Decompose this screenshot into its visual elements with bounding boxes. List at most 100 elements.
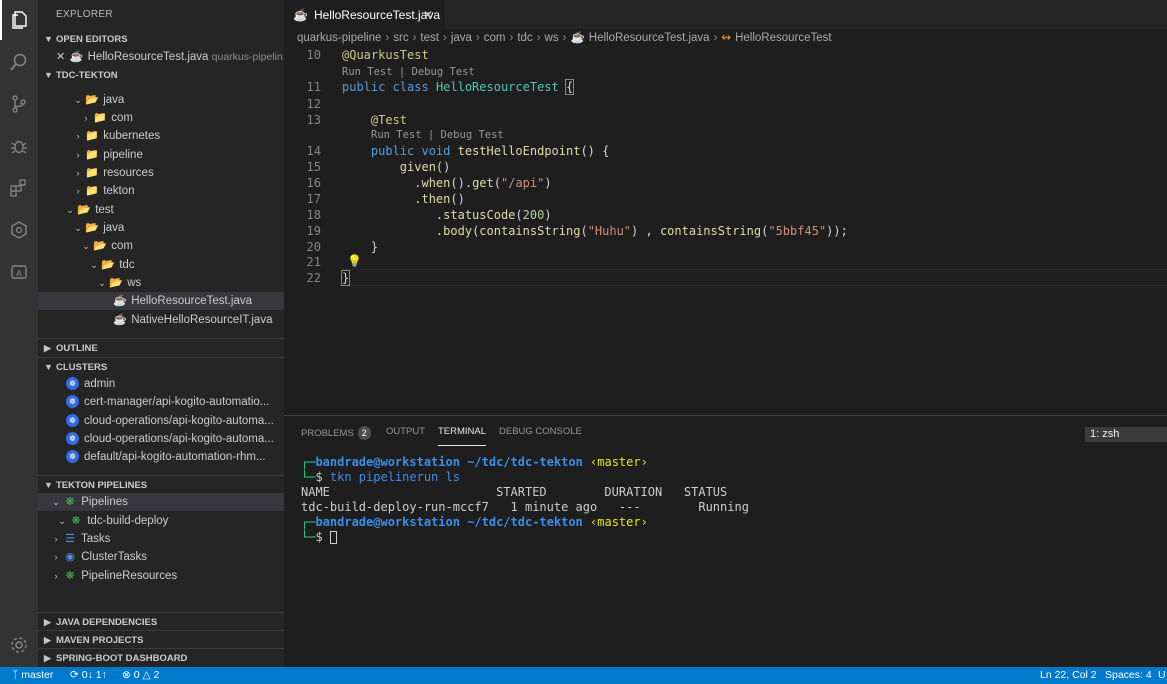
tree-item-java[interactable]: ⌄ 📂 java [38,91,284,109]
gear-icon[interactable] [0,625,38,665]
sync-indicator[interactable]: ⟳ 0↓ 1↑ [70,667,107,684]
breadcrumb-item[interactable]: HelloResourceTest.java [589,32,710,44]
tab-terminal[interactable]: TERMINAL [438,426,487,446]
terminal-input-line[interactable]: └─$ [301,530,337,544]
terminal-select[interactable]: 1: zsh [1085,427,1167,442]
chevron-right-icon: ▶ [44,617,51,627]
explorer-icon[interactable] [0,0,38,40]
tree-item-helloresourcetest[interactable]: ☕ HelloResourceTest.java [38,292,284,310]
java-file-icon: ☕ [113,314,127,326]
project-header[interactable]: ▼ TDC-TEKTON [38,66,284,84]
code-editor[interactable]: 10 @QuarkusTest Run Test | Debug Test 11… [284,47,1167,415]
cluster-item[interactable]: ☸ cert-manager/api-kogito-automatio... [38,393,284,411]
tab-label: HelloResourceTest.java [313,7,441,22]
code-line: } [340,270,351,286]
tree-item-kubernetes[interactable]: › 📁 kubernetes [38,127,284,145]
chevron-right-icon: › [412,32,417,44]
bottom-panel: PROBLEMS 2 OUTPUT TERMINAL DEBUG CONSOLE … [284,415,1167,667]
kubernetes-icon[interactable] [0,210,38,250]
clusters-header[interactable]: ▼ CLUSTERS [38,357,284,375]
line-number: 19 [306,224,321,238]
tree-item-java[interactable]: ⌄ 📂 java [38,219,284,237]
line-number: 12 [306,97,321,111]
tree-item-nativehelloresourceit[interactable]: ☕ NativeHelloResourceIT.java [38,311,284,329]
kubernetes-icon: ☸ [66,432,79,446]
search-icon[interactable] [0,42,38,82]
folder-icon: 📁 [85,167,99,179]
code-line: public class HelloResourceTest { [342,79,575,95]
tree-item-resources[interactable]: › 📁 resources [38,164,284,182]
tree-item-com[interactable]: › 📁 com [38,109,284,127]
java-dependencies-header[interactable]: ▶ JAVA DEPENDENCIES [38,612,284,630]
tree-item-tdc[interactable]: ⌄ 📂 tdc [38,256,284,274]
breadcrumb-item[interactable]: ws [545,32,559,44]
cluster-item[interactable]: ☸ admin [38,375,284,393]
chevron-right-icon: ▶ [44,653,51,663]
line-number: 20 [306,240,321,254]
chevron-down-icon: ▼ [44,34,53,44]
problems-indicator[interactable]: ⊗ 0 △ 2 [122,667,159,684]
spring-boot-dashboard-header[interactable]: ▶ SPRING-BOOT DASHBOARD [38,648,284,666]
code-lens-run-debug[interactable]: Run Test | Debug Test [371,129,504,141]
sync-icon: ⟳ [70,669,79,681]
code-lens-run-debug[interactable]: Run Test | Debug Test [342,66,475,78]
tree-item-tekton[interactable]: › 📁 tekton [38,182,284,200]
source-control-icon[interactable] [0,84,38,124]
line-number: 21 [306,255,321,269]
open-editor-item[interactable]: ✕ ☕ HelloResourceTest.java quarkus-pipel… [38,48,284,66]
cluster-item[interactable]: ☸ cloud-operations/api-kogito-automa... [38,412,284,430]
chevron-down-icon: ⌄ [58,516,66,526]
open-editors-header[interactable]: ▼ OPEN EDITORS [38,30,284,48]
maven-projects-header[interactable]: ▶ MAVEN PROJECTS [38,630,284,648]
line-number: 22 [306,271,321,285]
breadcrumb-item[interactable]: com [484,32,506,44]
cursor-position[interactable]: Ln 22, Col 2 [1040,667,1097,684]
tree-item-com[interactable]: ⌄ 📂 com [38,237,284,255]
tekton-pipelines-header[interactable]: ▼ TEKTON PIPELINES [38,475,284,493]
breadcrumb-item[interactable]: src [393,32,408,44]
tree-item-ws[interactable]: ⌄ 📂 ws [38,274,284,292]
tab-problems[interactable]: PROBLEMS 2 [301,426,371,446]
folder-icon: 📁 [85,149,99,161]
tab-debug-console[interactable]: DEBUG CONSOLE [499,426,582,446]
tekton-item-pipelineresources[interactable]: › ❋ PipelineResources [38,567,284,585]
breadcrumb-item[interactable]: quarkus-pipeline [297,32,381,44]
folder-icon: 📂 [77,204,91,216]
tree-item-test[interactable]: ⌄ 📂 test [38,201,284,219]
encoding[interactable]: U [1158,667,1166,684]
open-editor-path: quarkus-pipelin... [211,51,284,63]
chevron-right-icon: › [54,534,58,544]
tekton-item-tasks[interactable]: › ☰ Tasks [38,530,284,548]
breadcrumb-item[interactable]: test [420,32,439,44]
code-line: } [342,240,379,254]
tekton-item-clustertasks[interactable]: › ◉ ClusterTasks [38,548,284,566]
code-line: given() [399,160,451,174]
lightbulb-icon[interactable]: 💡 [347,254,362,268]
activity-bar: A [0,0,38,667]
close-icon[interactable]: ✕ [56,51,65,63]
close-icon[interactable]: ✕ [423,8,433,22]
folder-icon: 📂 [93,240,107,252]
terminal-command-line: └─$ tkn pipelinerun ls [301,470,460,484]
java-file-icon: ☕ [69,51,84,63]
line-number: 13 [306,113,321,127]
tekton-item-tdc-build-deploy[interactable]: ⌄ ❋ tdc-build-deploy [38,512,284,530]
outline-header[interactable]: ▶ OUTLINE [38,338,284,356]
cluster-item[interactable]: ☸ cloud-operations/api-kogito-automa... [38,430,284,448]
indentation[interactable]: Spaces: 4 [1105,667,1152,684]
breadcrumb-item[interactable]: HelloResourceTest [735,32,832,44]
debug-icon[interactable] [0,126,38,166]
folder-icon: 📂 [109,277,123,289]
tekton-icon[interactable]: A [0,252,38,292]
cluster-item[interactable]: ☸ default/api-kogito-automation-rhm... [38,448,284,466]
branch-indicator[interactable]: ᛉ master [12,667,53,684]
line-number: 18 [306,208,321,222]
extensions-icon[interactable] [0,168,38,208]
tab-helloresourcetest[interactable]: ☕ HelloResourceTest.java ✕ [284,0,445,29]
tree-item-pipeline[interactable]: › 📁 pipeline [38,146,284,164]
breadcrumb-item[interactable]: java [451,32,472,44]
breadcrumb-item[interactable]: tdc [517,32,532,44]
chevron-down-icon: ▼ [44,480,53,490]
tab-output[interactable]: OUTPUT [386,426,425,446]
tekton-item-pipelines[interactable]: ⌄ ❋ Pipelines [38,493,284,511]
